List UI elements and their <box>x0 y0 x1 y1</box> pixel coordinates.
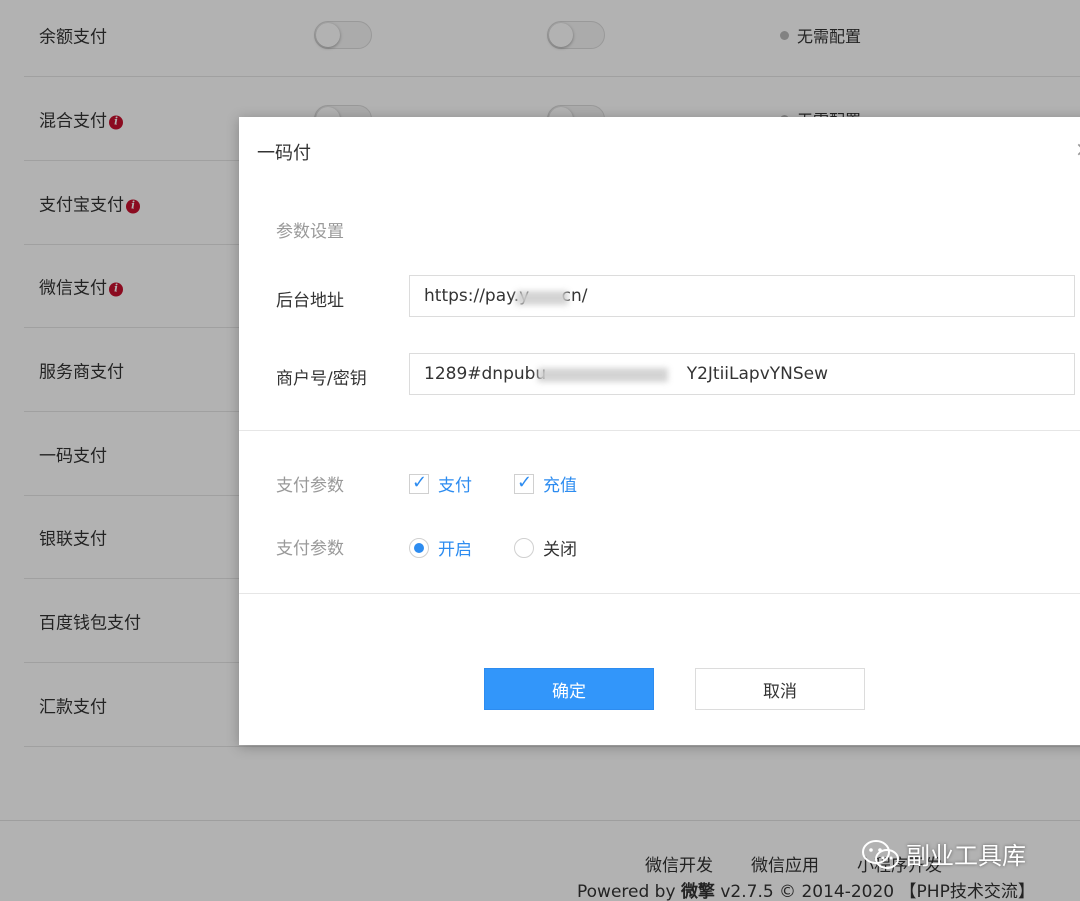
redaction-blur <box>516 291 568 305</box>
confirm-button[interactable]: 确定 <box>484 668 654 710</box>
pay-param-label: 支付参数 <box>276 476 344 496</box>
cancel-button[interactable]: 取消 <box>695 668 865 710</box>
close-icon[interactable]: × <box>1075 137 1080 161</box>
watermark: 副业工具库 <box>862 836 1026 871</box>
checkbox-icon[interactable]: ✓ <box>514 472 534 494</box>
wechat-icon <box>862 840 899 869</box>
divider <box>239 430 1080 431</box>
radio-disable[interactable]: 关闭 <box>514 535 577 560</box>
section-label: 参数设置 <box>276 222 344 242</box>
checkbox-recharge[interactable]: ✓ 充值 <box>514 471 577 496</box>
modal-dialog: 一码付 × 参数设置 后台地址 商户号/密钥 支付参数 ✓支付 ✓充值 支付参数… <box>239 117 1080 745</box>
backend-address-input[interactable] <box>409 275 1075 317</box>
page: 余额支付 无需配置 混合支付i 无需配置 支付宝支付i 微信支付i 服务商支付 … <box>0 0 1080 901</box>
radio-icon[interactable] <box>409 538 429 558</box>
merchant-key-label: 商户号/密钥 <box>276 369 367 389</box>
modal-title: 一码付 <box>257 143 311 164</box>
checkbox-icon[interactable]: ✓ <box>409 472 429 494</box>
merchant-key-input[interactable] <box>409 353 1075 395</box>
radio-enable[interactable]: 开启 <box>409 535 472 560</box>
pay-param-label: 支付参数 <box>276 539 344 559</box>
divider <box>239 593 1080 594</box>
backend-address-label: 后台地址 <box>276 291 344 311</box>
radio-icon[interactable] <box>514 538 534 558</box>
redaction-blur <box>538 368 668 382</box>
checkbox-pay[interactable]: ✓ 支付 <box>409 471 472 496</box>
